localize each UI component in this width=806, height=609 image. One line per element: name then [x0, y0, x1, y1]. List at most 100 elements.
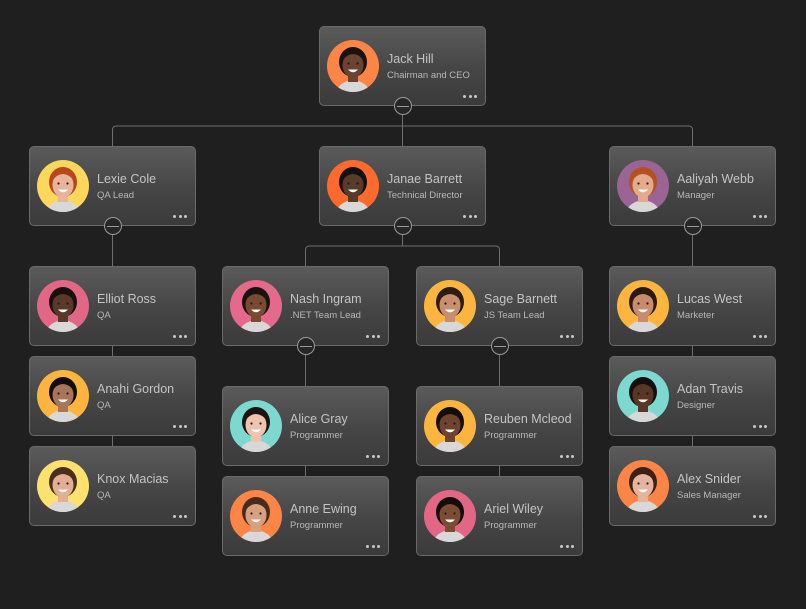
dot — [366, 455, 369, 458]
org-node-sage[interactable]: Sage Barnett JS Team Lead — [416, 266, 583, 346]
more-options-icon[interactable] — [560, 455, 574, 459]
more-options-icon[interactable] — [463, 95, 477, 99]
collapse-toggle-nash-icon[interactable] — [297, 337, 315, 355]
collapse-toggle-aaliyah-icon[interactable] — [684, 217, 702, 235]
connector-level2-bus — [305, 245, 500, 266]
more-options-icon[interactable] — [753, 515, 767, 519]
employee-title: Marketer — [677, 310, 715, 321]
dot — [173, 425, 176, 428]
avatar — [327, 40, 379, 92]
org-node-nash[interactable]: Nash Ingram .NET Team Lead — [222, 266, 389, 346]
employee-name: Elliot Ross — [97, 292, 157, 306]
org-node-lexie[interactable]: Lexie Cole QA Lead — [29, 146, 196, 226]
dot — [377, 455, 380, 458]
dot — [753, 215, 756, 218]
dot — [753, 515, 756, 518]
avatar — [230, 280, 282, 332]
avatar-photo — [424, 280, 476, 332]
collapse-toggle-sage-icon[interactable] — [491, 337, 509, 355]
avatar-photo — [37, 370, 89, 422]
more-options-icon[interactable] — [753, 335, 767, 339]
dot — [184, 335, 187, 338]
more-options-icon[interactable] — [366, 545, 380, 549]
employee-title: Chairman and CEO — [387, 70, 470, 81]
more-options-icon[interactable] — [366, 335, 380, 339]
collapse-toggle-jack-icon[interactable] — [394, 97, 412, 115]
employee-title: QA — [97, 400, 111, 411]
org-node-jack[interactable]: Jack Hill Chairman and CEO — [319, 26, 486, 106]
org-node-alex[interactable]: Alex Snider Sales Manager — [609, 446, 776, 526]
collapse-toggle-lexie-icon[interactable] — [104, 217, 122, 235]
dot — [571, 545, 574, 548]
more-options-icon[interactable] — [173, 215, 187, 219]
org-node-aaliyah[interactable]: Aaliyah Webb Manager — [609, 146, 776, 226]
more-options-icon[interactable] — [753, 425, 767, 429]
employee-name: Aaliyah Webb — [677, 172, 754, 186]
org-node-knox[interactable]: Knox Macias QA — [29, 446, 196, 526]
employee-title: QA Lead — [97, 190, 134, 201]
collapse-toggle-janae-icon[interactable] — [394, 217, 412, 235]
employee-title: Programmer — [290, 520, 343, 531]
avatar — [327, 160, 379, 212]
employee-title: Programmer — [290, 430, 343, 441]
employee-name: Ariel Wiley — [484, 502, 544, 516]
dot — [753, 335, 756, 338]
org-node-janae[interactable]: Janae Barrett Technical Director — [319, 146, 486, 226]
more-options-icon[interactable] — [463, 215, 477, 219]
org-node-elliot[interactable]: Elliot Ross QA — [29, 266, 196, 346]
more-options-icon[interactable] — [560, 335, 574, 339]
org-node-reuben[interactable]: Reuben Mcleod Programmer — [416, 386, 583, 466]
avatar — [617, 160, 669, 212]
org-node-anne[interactable]: Anne Ewing Programmer — [222, 476, 389, 556]
dot — [758, 335, 762, 338]
org-node-lucas[interactable]: Lucas West Marketer — [609, 266, 776, 346]
avatar — [37, 460, 89, 512]
org-node-ariel[interactable]: Ariel Wiley Programmer — [416, 476, 583, 556]
dot — [560, 455, 563, 458]
employee-name: Lexie Cole — [97, 172, 157, 186]
employee-title: Manager — [677, 190, 715, 201]
dot — [468, 215, 472, 218]
more-options-icon[interactable] — [173, 335, 187, 339]
avatar — [617, 460, 669, 512]
dot — [377, 545, 380, 548]
dot — [366, 545, 369, 548]
dot — [571, 455, 574, 458]
employee-name: Jack Hill — [387, 52, 434, 66]
dot — [178, 425, 182, 428]
dot — [758, 515, 762, 518]
dot — [565, 335, 569, 338]
more-options-icon[interactable] — [753, 215, 767, 219]
org-node-anahi[interactable]: Anahi Gordon QA — [29, 356, 196, 436]
dot — [371, 455, 375, 458]
avatar — [37, 370, 89, 422]
dot — [178, 515, 182, 518]
avatar — [424, 400, 476, 452]
employee-title: Programmer — [484, 430, 537, 441]
org-chart-canvas: Jack Hill Chairman and CEO Lexie Cole QA Le… — [0, 0, 806, 609]
employee-title: QA — [97, 310, 111, 321]
avatar — [424, 490, 476, 542]
more-options-icon[interactable] — [173, 515, 187, 519]
avatar-photo — [230, 400, 282, 452]
org-node-adan[interactable]: Adan Travis Designer — [609, 356, 776, 436]
dot — [178, 215, 182, 218]
dot — [571, 335, 574, 338]
avatar-photo — [617, 280, 669, 332]
avatar-photo — [424, 490, 476, 542]
employee-title: Technical Director — [387, 190, 463, 201]
dot — [565, 455, 569, 458]
org-node-alice[interactable]: Alice Gray Programmer — [222, 386, 389, 466]
dot — [468, 95, 472, 98]
dot — [764, 215, 767, 218]
employee-name: Reuben Mcleod — [484, 412, 572, 426]
more-options-icon[interactable] — [560, 545, 574, 549]
employee-title: JS Team Lead — [484, 310, 545, 321]
avatar-photo — [617, 160, 669, 212]
avatar-photo — [327, 160, 379, 212]
more-options-icon[interactable] — [366, 455, 380, 459]
employee-title: Sales Manager — [677, 490, 741, 501]
more-options-icon[interactable] — [173, 425, 187, 429]
dot — [173, 335, 176, 338]
avatar-photo — [230, 490, 282, 542]
